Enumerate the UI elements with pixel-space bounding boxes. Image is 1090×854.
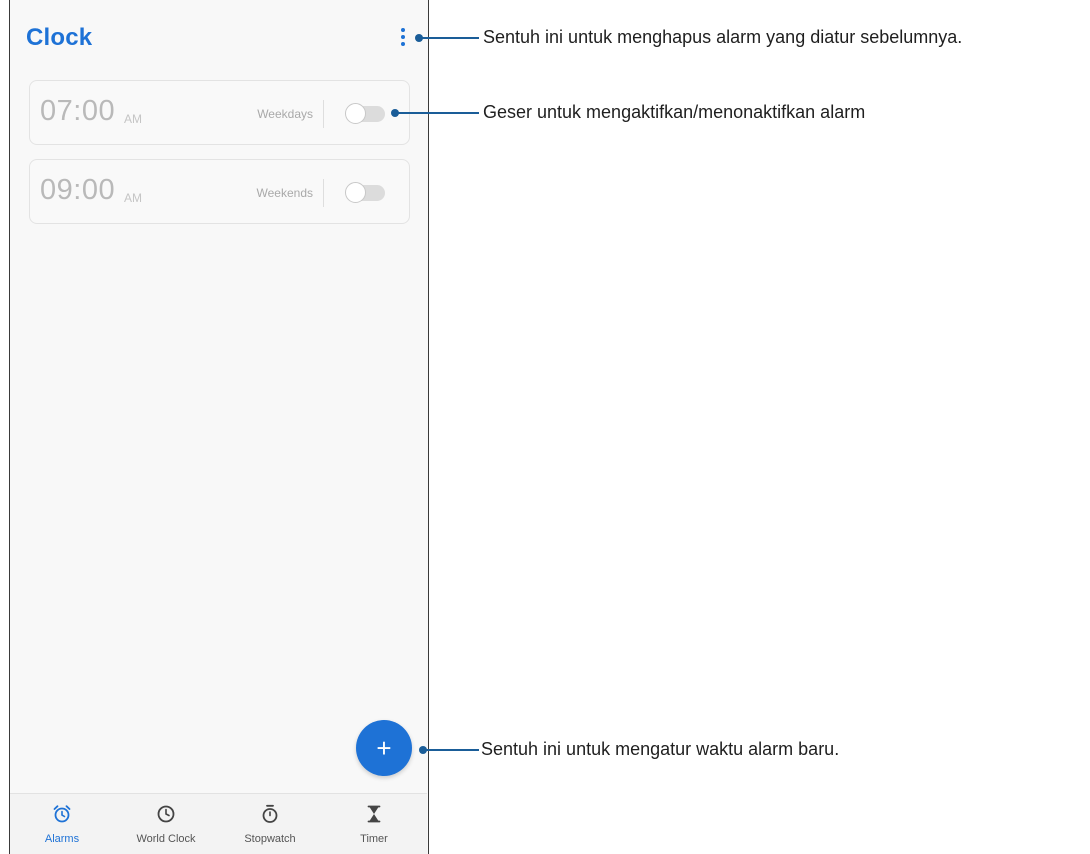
alarm-ampm: AM xyxy=(124,191,142,205)
callout-text: Geser untuk mengaktifkan/menonaktifkan a… xyxy=(483,102,866,122)
callout-text: Sentuh ini untuk mengatur waktu alarm ba… xyxy=(481,739,840,759)
alarm-repeat-days: Weekdays xyxy=(257,107,313,121)
bottom-nav: Alarms World Clock Stopwatch Timer xyxy=(10,793,427,854)
callout-line xyxy=(419,37,479,39)
page: Clock 07:00 AM Weekdays 09:00 AM Weekend… xyxy=(0,0,1090,854)
alarm-toggle[interactable] xyxy=(345,103,387,124)
tab-label: Stopwatch xyxy=(244,833,296,845)
alarm-time: 07:00 xyxy=(40,95,116,127)
stopwatch-icon xyxy=(262,804,278,823)
alarm-card[interactable]: 09:00 AM Weekends xyxy=(29,159,410,224)
divider xyxy=(323,100,324,128)
tab-world-clock[interactable]: World Clock xyxy=(114,794,218,854)
more-vert-icon[interactable] xyxy=(398,28,408,48)
tab-label: World Clock xyxy=(136,833,196,845)
alarm-repeat-days: Weekends xyxy=(256,186,313,200)
toggle-thumb xyxy=(345,182,366,203)
add-icon: + xyxy=(376,733,392,763)
tab-stopwatch[interactable]: Stopwatch xyxy=(218,794,322,854)
tab-timer[interactable]: Timer xyxy=(322,794,426,854)
tab-label: Timer xyxy=(360,833,388,845)
phone-screen: Clock 07:00 AM Weekdays 09:00 AM Weekend… xyxy=(9,0,429,854)
divider xyxy=(323,179,324,207)
clock-icon xyxy=(157,805,175,823)
alarm-ampm: AM xyxy=(124,112,142,126)
callout-line xyxy=(423,749,479,751)
hourglass-icon xyxy=(367,805,381,823)
toggle-thumb xyxy=(345,103,366,124)
app-title: Clock xyxy=(26,24,93,51)
tab-alarms[interactable]: Alarms xyxy=(10,794,114,854)
callout-line xyxy=(395,112,479,114)
alarm-icon xyxy=(53,805,71,823)
callout-text: Sentuh ini untuk menghapus alarm yang di… xyxy=(483,27,963,47)
add-alarm-button[interactable]: + xyxy=(356,720,412,776)
tab-label: Alarms xyxy=(44,833,80,845)
alarm-time: 09:00 xyxy=(40,174,116,206)
alarm-toggle[interactable] xyxy=(345,182,387,203)
alarm-card[interactable]: 07:00 AM Weekdays xyxy=(29,80,410,145)
